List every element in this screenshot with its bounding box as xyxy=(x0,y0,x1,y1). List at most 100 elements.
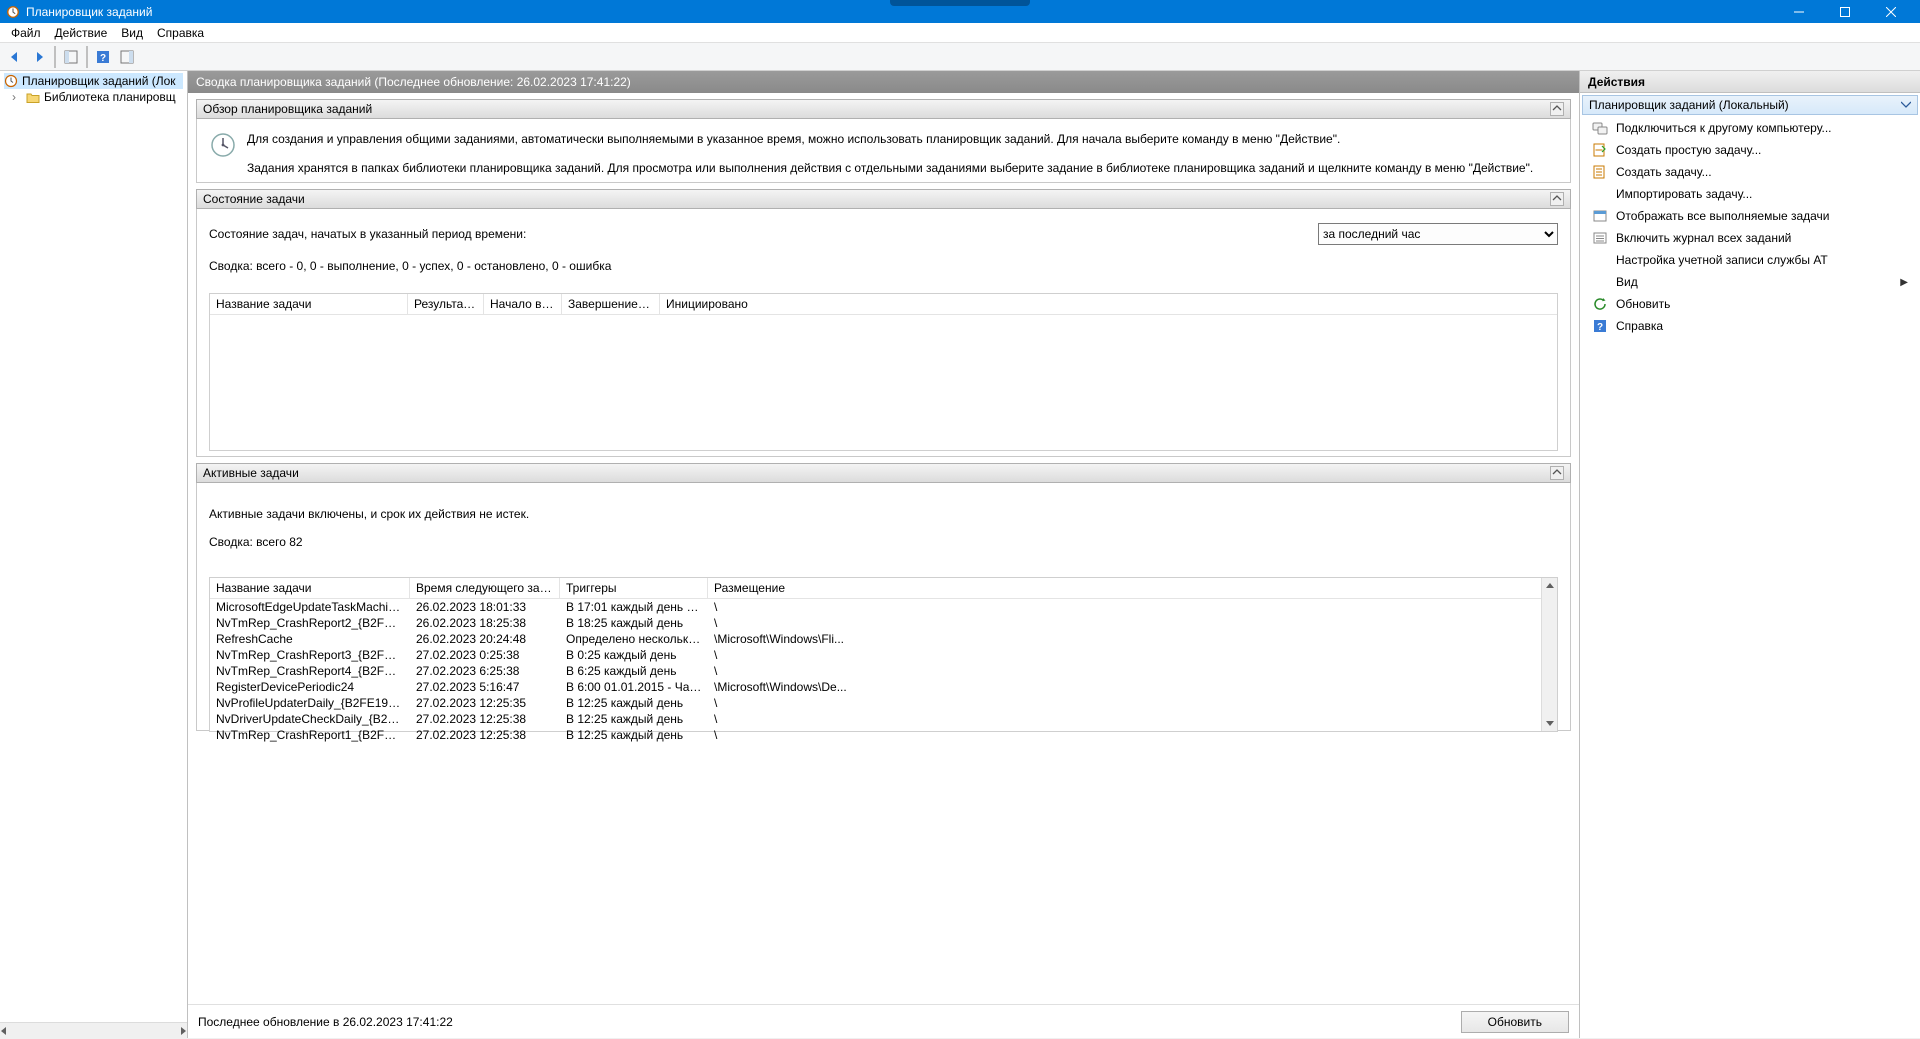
tree-root-node[interactable]: Планировщик заданий (Лок xyxy=(4,73,183,89)
action-label: Обновить xyxy=(1616,297,1670,311)
back-button[interactable] xyxy=(4,46,26,68)
active-col-location[interactable]: Размещение xyxy=(708,578,908,598)
refresh-button[interactable]: Обновить xyxy=(1461,1011,1569,1033)
action-label: Настройка учетной записи службы AT xyxy=(1616,253,1828,267)
action-label: Включить журнал всех заданий xyxy=(1616,231,1791,245)
table-row[interactable]: NvTmRep_CrashReport3_{B2FE195...27.02.20… xyxy=(210,647,1557,663)
action-import-task[interactable]: Импортировать задачу... xyxy=(1582,183,1918,205)
center-pane: Сводка планировщика заданий (Последнее о… xyxy=(188,71,1580,1038)
cell-location: \ xyxy=(708,647,908,663)
active-header[interactable]: Активные задачи xyxy=(196,463,1571,483)
actions-pane: Действия Планировщик заданий (Локальный)… xyxy=(1580,71,1920,1038)
action-running-tasks[interactable]: Отображать все выполняемые задачи xyxy=(1582,205,1918,227)
action-refresh[interactable]: Обновить xyxy=(1582,293,1918,315)
minimize-button[interactable] xyxy=(1776,0,1822,23)
collapse-icon[interactable] xyxy=(1550,466,1564,480)
cell-triggers: Определено несколько... xyxy=(560,631,708,647)
action-at-config[interactable]: Настройка учетной записи службы AT xyxy=(1582,249,1918,271)
action-connect[interactable]: Подключиться к другому компьютеру... xyxy=(1582,117,1918,139)
help-icon: ? xyxy=(1592,318,1608,334)
action-create-task[interactable]: Создать задачу... xyxy=(1582,161,1918,183)
cell-nextrun: 27.02.2023 12:25:38 xyxy=(410,727,560,743)
action-label: Справка xyxy=(1616,319,1663,333)
cell-name: MicrosoftEdgeUpdateTaskMachine... xyxy=(210,599,410,615)
action-help[interactable]: ? Справка xyxy=(1582,315,1918,337)
action-enable-history[interactable]: Включить журнал всех заданий xyxy=(1582,227,1918,249)
svg-text:?: ? xyxy=(1597,322,1603,333)
tree-pane: Планировщик заданий (Лок › Библиотека пл… xyxy=(0,71,188,1038)
titlebar-notch xyxy=(890,0,1030,6)
active-col-nextrun[interactable]: Время следующего зап... xyxy=(410,578,560,598)
cell-nextrun: 27.02.2023 12:25:38 xyxy=(410,711,560,727)
active-desc: Активные задачи включены, и срок их дейс… xyxy=(209,507,1558,521)
status-col-result[interactable]: Результат... xyxy=(408,294,484,314)
status-listview[interactable]: Название задачи Результат... Начало выпо… xyxy=(209,293,1558,451)
menu-help[interactable]: Справка xyxy=(150,24,211,42)
cell-location: \ xyxy=(708,711,908,727)
active-col-name[interactable]: Название задачи xyxy=(210,578,410,598)
table-row[interactable]: NvDriverUpdateCheckDaily_{B2FE1...27.02.… xyxy=(210,711,1557,727)
active-summary: Сводка: всего 82 xyxy=(209,535,1558,549)
status-header[interactable]: Состояние задачи xyxy=(196,189,1571,209)
cell-name: RefreshCache xyxy=(210,631,410,647)
menu-action[interactable]: Действие xyxy=(48,24,115,42)
status-summary: Сводка: всего - 0, 0 - выполнение, 0 - у… xyxy=(209,259,1558,273)
table-row[interactable]: NvTmRep_CrashReport2_{B2FE195...26.02.20… xyxy=(210,615,1557,631)
active-title: Активные задачи xyxy=(203,466,299,480)
cell-triggers: В 12:25 каждый день xyxy=(560,711,708,727)
connect-icon xyxy=(1592,120,1608,136)
tree-library-node[interactable]: › Библиотека планировщ xyxy=(12,89,183,105)
cell-name: NvDriverUpdateCheckDaily_{B2FE1... xyxy=(210,711,410,727)
cell-location: \ xyxy=(708,663,908,679)
collapse-icon[interactable] xyxy=(1550,102,1564,116)
forward-button[interactable] xyxy=(28,46,50,68)
action-view[interactable]: Вид ▶ xyxy=(1582,271,1918,293)
active-listview[interactable]: Название задачи Время следующего зап... … xyxy=(209,577,1558,732)
cell-nextrun: 26.02.2023 20:24:48 xyxy=(410,631,560,647)
close-button[interactable] xyxy=(1868,0,1914,23)
actions-header: Действия xyxy=(1580,71,1920,93)
status-period-select[interactable]: за последний час xyxy=(1318,223,1558,245)
menu-view[interactable]: Вид xyxy=(114,24,150,42)
status-col-start[interactable]: Начало выпо... xyxy=(484,294,562,314)
status-col-initiated[interactable]: Инициировано xyxy=(660,294,770,314)
cell-nextrun: 27.02.2023 0:25:38 xyxy=(410,647,560,663)
blank-icon xyxy=(1592,186,1608,202)
table-row[interactable]: NvProfileUpdaterDaily_{B2FE1952-...27.02… xyxy=(210,695,1557,711)
show-hide-actions-button[interactable] xyxy=(116,46,138,68)
action-label: Создать задачу... xyxy=(1616,165,1712,179)
tree-horizontal-scrollbar[interactable] xyxy=(0,1022,187,1038)
show-hide-tree-button[interactable] xyxy=(60,46,82,68)
cell-location: \ xyxy=(708,727,908,743)
blank-icon xyxy=(1592,274,1608,290)
collapse-icon[interactable] xyxy=(1901,98,1911,112)
actions-subheader[interactable]: Планировщик заданий (Локальный) xyxy=(1582,95,1918,115)
table-row[interactable]: RegisterDevicePeriodic2427.02.2023 5:16:… xyxy=(210,679,1557,695)
table-row[interactable]: RefreshCache26.02.2023 20:24:48Определен… xyxy=(210,631,1557,647)
table-row[interactable]: MicrosoftEdgeUpdateTaskMachine...26.02.2… xyxy=(210,599,1557,615)
active-col-triggers[interactable]: Триггеры xyxy=(560,578,708,598)
status-section: Состояние задачи Состояние задач, начаты… xyxy=(196,189,1571,457)
maximize-button[interactable] xyxy=(1822,0,1868,23)
expand-icon[interactable]: › xyxy=(12,90,22,104)
overview-header[interactable]: Обзор планировщика заданий xyxy=(196,99,1571,119)
submenu-arrow-icon: ▶ xyxy=(1900,277,1908,288)
action-label: Отображать все выполняемые задачи xyxy=(1616,209,1830,223)
cell-nextrun: 27.02.2023 5:16:47 xyxy=(410,679,560,695)
status-col-name[interactable]: Название задачи xyxy=(210,294,408,314)
overview-text: Для создания и управления общими задания… xyxy=(247,129,1533,189)
collapse-icon[interactable] xyxy=(1550,192,1564,206)
table-row[interactable]: NvTmRep_CrashReport1_{B2FE195...27.02.20… xyxy=(210,727,1557,743)
help-button[interactable]: ? xyxy=(92,46,114,68)
menu-file[interactable]: Файл xyxy=(4,24,48,42)
cell-triggers: В 6:00 01.01.2015 - Част... xyxy=(560,679,708,695)
cell-location: \ xyxy=(708,695,908,711)
toolbar-separator xyxy=(86,46,88,68)
table-row[interactable]: NvTmRep_CrashReport4_{B2FE195...27.02.20… xyxy=(210,663,1557,679)
action-label: Импортировать задачу... xyxy=(1616,187,1752,201)
cell-name: NvTmRep_CrashReport4_{B2FE195... xyxy=(210,663,410,679)
status-col-end[interactable]: Завершение в... xyxy=(562,294,660,314)
create-task-icon xyxy=(1592,164,1608,180)
action-basic-task[interactable]: Создать простую задачу... xyxy=(1582,139,1918,161)
active-vertical-scrollbar[interactable] xyxy=(1541,578,1557,731)
